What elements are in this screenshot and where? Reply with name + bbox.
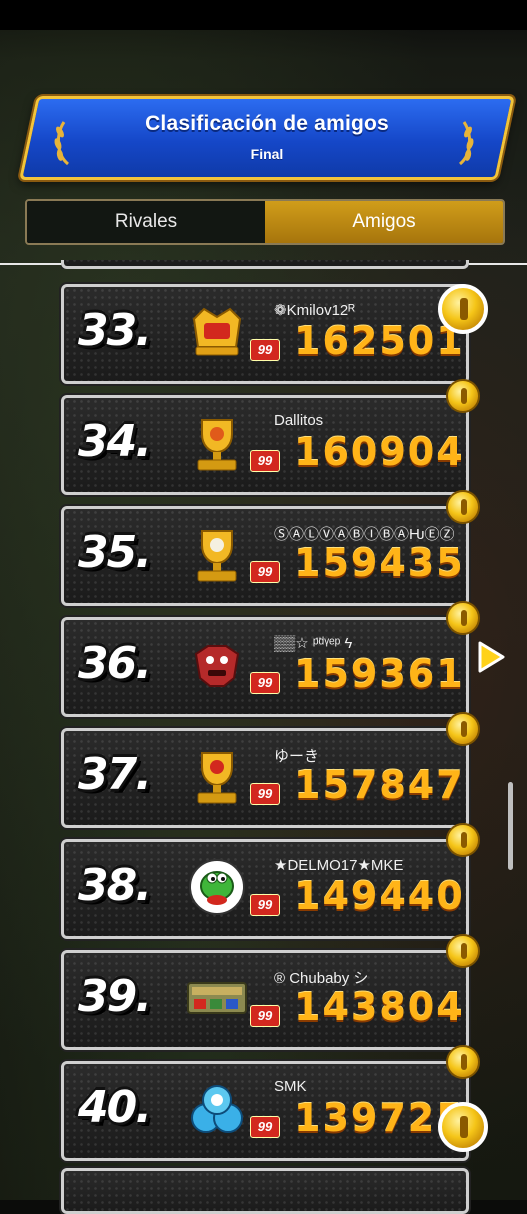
player-name: ▒▒☆ ᵖ̈ᵈᵞᵉᵖ ϟ (274, 635, 353, 652)
level-badge: 99 (250, 894, 280, 916)
player-name: Dallitos (274, 412, 324, 429)
coin-icon (446, 934, 480, 968)
next-arrow-icon[interactable] (476, 640, 506, 674)
score: 157847 (294, 763, 465, 807)
page-subtitle: Final (250, 146, 284, 162)
list-item[interactable]: 40. SMK 99 139725 (61, 1061, 469, 1161)
coin-icon (438, 284, 488, 334)
rank-label: 39. (78, 971, 152, 1022)
list-item[interactable]: 37. ゆーき 99 157847 (61, 728, 469, 828)
tab-amigos[interactable]: Amigos (265, 201, 503, 243)
list-item-partial (61, 1168, 469, 1214)
score: 160904 (294, 430, 465, 474)
player-name: SMK (274, 1078, 307, 1095)
rank-label: 36. (78, 638, 152, 689)
list-item[interactable]: 38. ★DELMO17★MKE 99 149440 (61, 839, 469, 939)
level-badge: 99 (250, 339, 280, 361)
level-badge: 99 (250, 1116, 280, 1138)
list-item[interactable]: 36. ▒▒☆ ᵖ̈ᵈᵞᵉᵖ ϟ 99 159361 (61, 617, 469, 717)
list-item[interactable]: 34. Dallitos 99 160904 (61, 395, 469, 495)
red-kong-emblem-icon (194, 645, 240, 687)
top-1000-trophy-icon (197, 752, 237, 804)
rank-label: 37. (78, 749, 152, 800)
list-item[interactable]: 35. ⓈⒶⓁⓋⒶⒷⒾⒷⒶǶⒺⓏ 99 159435 (61, 506, 469, 606)
score: 143804 (294, 985, 465, 1029)
coin-icon (446, 1045, 480, 1079)
level-badge: 99 (250, 450, 280, 472)
coin-icon (446, 490, 480, 524)
laurel-right-icon (458, 121, 474, 166)
score: 162501 (294, 319, 465, 363)
rank-label: 33. (78, 305, 152, 356)
title-banner-text: Clasificación de amigos Final (28, 96, 506, 180)
page-title: Clasificación de amigos (145, 112, 389, 135)
rank-label: 35. (78, 527, 152, 578)
coin-icon (446, 823, 480, 857)
level-badge: 99 (250, 672, 280, 694)
level-badge: 99 (250, 1005, 280, 1027)
coin-icon (446, 601, 480, 635)
scrollbar[interactable] (508, 782, 513, 870)
blue-shell-emblem-icon (191, 1085, 243, 1133)
level-badge: 99 (250, 561, 280, 583)
special-cup-emblem-icon (187, 982, 247, 1014)
yoshi-emblem-icon (189, 859, 245, 915)
status-bar (0, 0, 527, 30)
rank-label: 38. (78, 860, 152, 911)
rank-label: 34. (78, 416, 152, 467)
rank-label: 40. (78, 1082, 152, 1133)
coin-icon (438, 1102, 488, 1152)
tab-rivales[interactable]: Rivales (27, 201, 265, 243)
score: 159361 (294, 652, 465, 696)
top-1000-trophy-icon (197, 419, 237, 471)
laurel-left-icon (54, 121, 70, 166)
score: 159435 (294, 541, 465, 585)
top-1000-trophy-icon (197, 530, 237, 582)
list-item[interactable]: 39. ® Chubaby シ 99 143804 (61, 950, 469, 1050)
coin-icon (446, 379, 480, 413)
coin-icon (446, 712, 480, 746)
list-item[interactable]: 33. ❁Kmilov12ᴿ 99 162501 (61, 284, 469, 384)
score: 149440 (294, 874, 465, 918)
player-name: ★DELMO17★MKE (274, 857, 404, 874)
player-name: ❁Kmilov12ᴿ (274, 302, 356, 319)
level-badge: 99 (250, 783, 280, 805)
gold-crown-emblem-icon (192, 307, 242, 356)
tab-bar: Rivales Amigos (25, 199, 505, 245)
